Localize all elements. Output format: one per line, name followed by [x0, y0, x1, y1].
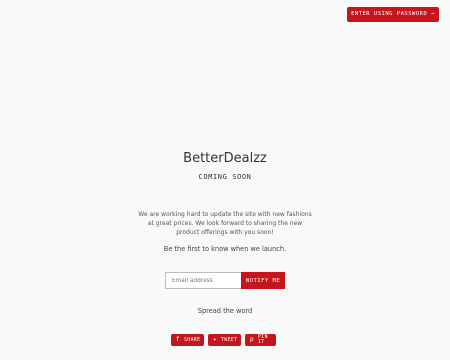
- share-twitter-button[interactable]: ✦ TWEET: [208, 334, 241, 346]
- share-label: SHARE: [184, 337, 201, 343]
- social-sharing: f SHARE ✦ TWEET p PIN IT: [171, 334, 276, 346]
- announcement-text: We are working hard to update the site w…: [138, 211, 312, 236]
- shop-name: BetterDealzz: [183, 151, 267, 166]
- tweet-label: TWEET: [221, 337, 238, 343]
- facebook-icon: f: [176, 336, 181, 343]
- spread-the-word-heading: Spread the word: [197, 307, 253, 315]
- notify-me-button[interactable]: NOTIFY ME: [241, 272, 285, 289]
- share-pinterest-button[interactable]: p PIN IT: [245, 334, 276, 346]
- email-input[interactable]: [165, 272, 241, 289]
- share-facebook-button[interactable]: f SHARE: [171, 334, 204, 346]
- coming-soon-heading: COMING SOON: [198, 173, 252, 181]
- pinterest-icon: p: [250, 336, 255, 343]
- twitter-icon: ✦: [213, 336, 218, 343]
- signup-prompt: Be the first to know when we launch.: [163, 245, 287, 253]
- enter-using-password-button[interactable]: ENTER USING PASSWORD →: [347, 7, 439, 22]
- password-page: { "header": { "password_button": "ENTER …: [0, 0, 450, 360]
- newsletter-form: NOTIFY ME: [165, 272, 285, 289]
- pin-it-label: PIN IT: [258, 335, 268, 345]
